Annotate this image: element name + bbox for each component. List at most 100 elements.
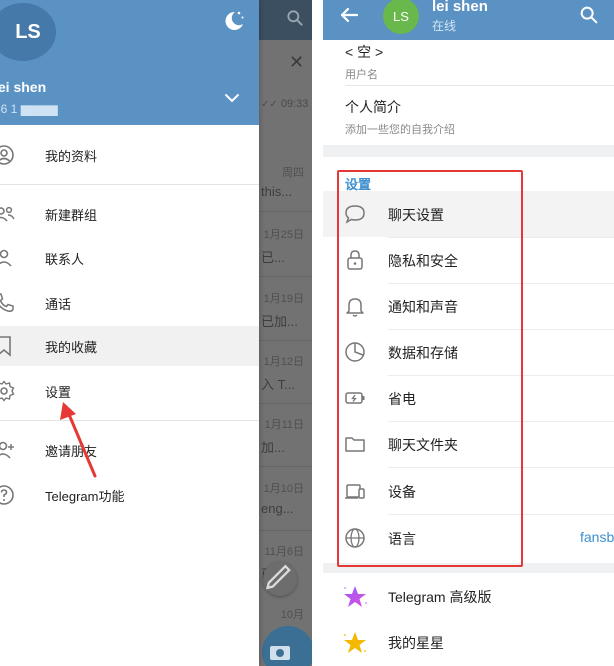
- message-time: ✓✓ 09:33: [261, 98, 309, 110]
- chat-snippet: 已...: [261, 250, 285, 265]
- profile-name: lei shen: [432, 0, 488, 15]
- chat-date: 1月10日: [263, 483, 304, 495]
- divider: [259, 211, 312, 212]
- night-mode-icon[interactable]: [220, 8, 246, 34]
- pie-chart-icon: [345, 342, 365, 362]
- navigation-drawer: LS lei shen 86 1 ▆▆▆▆ 我的资料 新建群组 联系人 通话: [0, 0, 259, 666]
- settings-item-label: 通知和声音: [388, 299, 458, 315]
- drawer-item-invite-friends[interactable]: 邀请朋友: [0, 430, 259, 470]
- username-caption: 用户名: [345, 69, 378, 81]
- question-circle-icon: [0, 485, 14, 505]
- drawer-item-label: 我的资料: [45, 149, 98, 164]
- chat-snippet: this...: [261, 184, 293, 199]
- divider: [259, 340, 312, 341]
- language-value: fansb: [580, 529, 614, 545]
- settings-item-data-storage[interactable]: 数据和存储: [323, 329, 614, 375]
- settings-item-label: Telegram 高级版: [388, 589, 492, 605]
- drawer-item-new-group[interactable]: 新建群组: [0, 194, 259, 234]
- settings-item-label: 省电: [388, 391, 416, 407]
- drawer-item-my-profile[interactable]: 我的资料: [0, 135, 259, 175]
- left-screenshot: ✕ ✓✓ 09:33 周四 this... 1月25日 已... 1月19日 已…: [0, 0, 312, 666]
- close-icon[interactable]: ✕: [289, 52, 304, 73]
- bookmark-icon: [0, 336, 11, 357]
- drawer-item-label: 联系人: [45, 252, 85, 267]
- settings-item-telegram-premium[interactable]: Telegram 高级版: [323, 573, 614, 619]
- avatar[interactable]: LS: [383, 0, 419, 34]
- lock-icon: [347, 250, 363, 270]
- chat-list-topbar: [259, 0, 312, 40]
- chat-snippet: 加...: [261, 440, 285, 455]
- chevron-down-icon[interactable]: [223, 89, 241, 107]
- chat-date: 1月12日: [263, 356, 304, 368]
- search-icon[interactable]: [578, 4, 600, 26]
- chat-snippet: 已加...: [261, 314, 298, 329]
- avatar[interactable]: LS: [0, 3, 56, 61]
- section-gap: [323, 145, 614, 157]
- add-person-icon: [0, 441, 14, 459]
- devices-icon: [345, 484, 365, 499]
- divider: [0, 420, 259, 421]
- settings-item-chat-folders[interactable]: 聊天文件夹: [323, 421, 614, 467]
- chat-date: 周四: [282, 167, 304, 179]
- section-gap: [323, 563, 614, 573]
- drawer-item-label: 邀请朋友: [45, 444, 98, 459]
- settings-item-label: 隐私和安全: [388, 253, 458, 269]
- chat-date: 1月25日: [263, 229, 304, 241]
- folder-icon: [345, 437, 365, 452]
- camera-icon: [270, 646, 290, 660]
- username-value: < 空 >: [345, 44, 384, 60]
- search-icon[interactable]: [285, 8, 305, 28]
- globe-icon: [345, 528, 365, 548]
- chat-snippet: eng...: [261, 501, 294, 516]
- settings-item-chat-settings[interactable]: 聊天设置: [323, 191, 614, 237]
- chat-date: 1月11日: [264, 419, 304, 431]
- settings-item-label: 设备: [388, 484, 416, 500]
- camera-fab[interactable]: [262, 626, 312, 666]
- divider: [259, 530, 312, 531]
- pencil-button[interactable]: [263, 562, 297, 596]
- bio-value: 个人简介: [345, 99, 401, 115]
- drawer-item-settings[interactable]: 设置: [0, 371, 259, 411]
- settings-item-label: 聊天设置: [388, 207, 444, 223]
- drawer-item-label: 新建群组: [45, 208, 98, 223]
- divider: [345, 85, 614, 86]
- bio-caption: 添加一些您的自我介绍: [345, 124, 455, 136]
- gold-star-icon: [344, 632, 366, 653]
- pencil-icon: [265, 564, 291, 590]
- drawer-item-saved-messages[interactable]: 我的收藏: [0, 326, 259, 366]
- settings-item-label: 聊天文件夹: [388, 437, 458, 453]
- divider: [259, 466, 312, 467]
- group-icon: [0, 206, 15, 222]
- chat-bubble-icon: [345, 205, 365, 224]
- settings-item-label: 语言: [388, 531, 416, 547]
- drawer-item-label: 通话: [45, 297, 72, 312]
- drawer-item-telegram-features[interactable]: Telegram功能: [0, 475, 259, 515]
- settings-item-my-stars[interactable]: 我的星星: [323, 619, 614, 665]
- user-phone: 86 1 ▆▆▆▆: [0, 102, 58, 116]
- settings-item-privacy[interactable]: 隐私和安全: [323, 237, 614, 283]
- settings-item-power-saving[interactable]: 省电: [323, 375, 614, 421]
- settings-item-notifications[interactable]: 通知和声音: [323, 283, 614, 329]
- chat-list-backdrop: ✕ ✓✓ 09:33 周四 this... 1月25日 已... 1月19日 已…: [259, 0, 312, 666]
- person-circle-icon: [0, 145, 14, 165]
- phone-icon: [0, 293, 14, 312]
- chat-snippet: 入 T...: [261, 377, 295, 392]
- right-screenshot: LS lei shen 在线 < 空 > 用户名 个人简介 添加一些您的自我介绍…: [323, 0, 614, 666]
- divider: [0, 184, 259, 185]
- back-arrow-icon[interactable]: [337, 3, 361, 27]
- divider: [259, 276, 312, 277]
- premium-star-icon: [344, 586, 367, 607]
- drawer-item-calls[interactable]: 通话: [0, 283, 259, 323]
- chat-date: 11月6日: [264, 546, 304, 558]
- drawer-item-label: Telegram功能: [45, 489, 125, 504]
- settings-item-devices[interactable]: 设备: [323, 468, 614, 514]
- drawer-item-contacts[interactable]: 联系人: [0, 238, 259, 278]
- contacts-icon: [0, 249, 12, 267]
- gear-icon: [0, 380, 15, 402]
- divider: [259, 403, 312, 404]
- user-name: lei shen: [0, 79, 47, 95]
- settings-item-label: 我的星星: [388, 635, 444, 651]
- settings-item-language[interactable]: 语言 fansb: [323, 515, 614, 561]
- battery-icon: [345, 392, 365, 404]
- drawer-item-label: 设置: [45, 385, 72, 400]
